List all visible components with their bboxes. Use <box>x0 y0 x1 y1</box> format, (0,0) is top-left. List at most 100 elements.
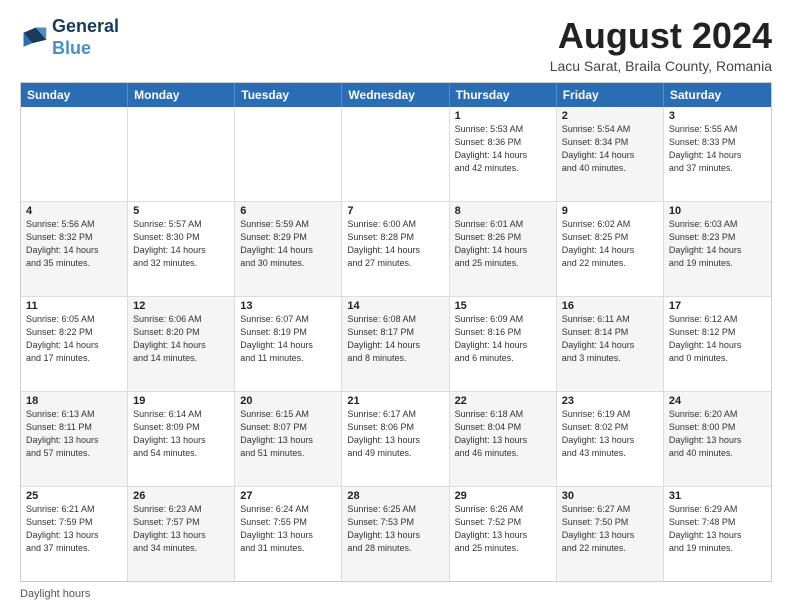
calendar-cell <box>342 107 449 201</box>
calendar-cell: 20Sunrise: 6:15 AM Sunset: 8:07 PM Dayli… <box>235 392 342 486</box>
calendar-cell: 24Sunrise: 6:20 AM Sunset: 8:00 PM Dayli… <box>664 392 771 486</box>
day-number: 4 <box>26 205 122 217</box>
calendar-cell: 13Sunrise: 6:07 AM Sunset: 8:19 PM Dayli… <box>235 297 342 391</box>
day-number: 15 <box>455 300 551 312</box>
calendar-cell: 17Sunrise: 6:12 AM Sunset: 8:12 PM Dayli… <box>664 297 771 391</box>
calendar-cell: 7Sunrise: 6:00 AM Sunset: 8:28 PM Daylig… <box>342 202 449 296</box>
day-number: 17 <box>669 300 766 312</box>
calendar-cell: 16Sunrise: 6:11 AM Sunset: 8:14 PM Dayli… <box>557 297 664 391</box>
cell-info: Sunrise: 6:02 AM Sunset: 8:25 PM Dayligh… <box>562 218 658 270</box>
day-number: 16 <box>562 300 658 312</box>
day-number: 2 <box>562 110 658 122</box>
calendar-header-cell: Wednesday <box>342 83 449 107</box>
day-number: 13 <box>240 300 336 312</box>
calendar-cell: 25Sunrise: 6:21 AM Sunset: 7:59 PM Dayli… <box>21 487 128 581</box>
calendar-cell: 3Sunrise: 5:55 AM Sunset: 8:33 PM Daylig… <box>664 107 771 201</box>
logo-text: General Blue <box>52 16 119 59</box>
day-number: 12 <box>133 300 229 312</box>
cell-info: Sunrise: 6:23 AM Sunset: 7:57 PM Dayligh… <box>133 503 229 555</box>
calendar-cell: 6Sunrise: 5:59 AM Sunset: 8:29 PM Daylig… <box>235 202 342 296</box>
day-number: 26 <box>133 490 229 502</box>
calendar-cell: 10Sunrise: 6:03 AM Sunset: 8:23 PM Dayli… <box>664 202 771 296</box>
day-number: 11 <box>26 300 122 312</box>
footer: Daylight hours <box>20 588 772 600</box>
day-number: 10 <box>669 205 766 217</box>
cell-info: Sunrise: 5:54 AM Sunset: 8:34 PM Dayligh… <box>562 123 658 175</box>
day-number: 20 <box>240 395 336 407</box>
calendar-row: 4Sunrise: 5:56 AM Sunset: 8:32 PM Daylig… <box>21 202 771 297</box>
cell-info: Sunrise: 6:14 AM Sunset: 8:09 PM Dayligh… <box>133 408 229 460</box>
calendar-header-cell: Friday <box>557 83 664 107</box>
day-number: 27 <box>240 490 336 502</box>
calendar-cell: 4Sunrise: 5:56 AM Sunset: 8:32 PM Daylig… <box>21 202 128 296</box>
day-number: 19 <box>133 395 229 407</box>
cell-info: Sunrise: 6:11 AM Sunset: 8:14 PM Dayligh… <box>562 313 658 365</box>
cell-info: Sunrise: 6:21 AM Sunset: 7:59 PM Dayligh… <box>26 503 122 555</box>
logo-icon <box>20 24 48 52</box>
day-number: 24 <box>669 395 766 407</box>
cell-info: Sunrise: 6:18 AM Sunset: 8:04 PM Dayligh… <box>455 408 551 460</box>
logo: General Blue <box>20 16 119 59</box>
calendar-cell <box>128 107 235 201</box>
cell-info: Sunrise: 6:12 AM Sunset: 8:12 PM Dayligh… <box>669 313 766 365</box>
calendar-cell: 8Sunrise: 6:01 AM Sunset: 8:26 PM Daylig… <box>450 202 557 296</box>
day-number: 29 <box>455 490 551 502</box>
calendar-header-cell: Monday <box>128 83 235 107</box>
header: General Blue August 2024 Lacu Sarat, Bra… <box>20 16 772 74</box>
cell-info: Sunrise: 6:09 AM Sunset: 8:16 PM Dayligh… <box>455 313 551 365</box>
day-number: 21 <box>347 395 443 407</box>
calendar-cell: 15Sunrise: 6:09 AM Sunset: 8:16 PM Dayli… <box>450 297 557 391</box>
calendar-row: 11Sunrise: 6:05 AM Sunset: 8:22 PM Dayli… <box>21 297 771 392</box>
cell-info: Sunrise: 6:06 AM Sunset: 8:20 PM Dayligh… <box>133 313 229 365</box>
cell-info: Sunrise: 6:19 AM Sunset: 8:02 PM Dayligh… <box>562 408 658 460</box>
calendar-row: 1Sunrise: 5:53 AM Sunset: 8:36 PM Daylig… <box>21 107 771 202</box>
day-number: 1 <box>455 110 551 122</box>
cell-info: Sunrise: 6:25 AM Sunset: 7:53 PM Dayligh… <box>347 503 443 555</box>
cell-info: Sunrise: 5:56 AM Sunset: 8:32 PM Dayligh… <box>26 218 122 270</box>
calendar-cell <box>21 107 128 201</box>
cell-info: Sunrise: 6:27 AM Sunset: 7:50 PM Dayligh… <box>562 503 658 555</box>
cell-info: Sunrise: 6:08 AM Sunset: 8:17 PM Dayligh… <box>347 313 443 365</box>
cell-info: Sunrise: 6:01 AM Sunset: 8:26 PM Dayligh… <box>455 218 551 270</box>
calendar-cell: 5Sunrise: 5:57 AM Sunset: 8:30 PM Daylig… <box>128 202 235 296</box>
calendar-cell: 12Sunrise: 6:06 AM Sunset: 8:20 PM Dayli… <box>128 297 235 391</box>
calendar-cell: 18Sunrise: 6:13 AM Sunset: 8:11 PM Dayli… <box>21 392 128 486</box>
calendar-cell: 30Sunrise: 6:27 AM Sunset: 7:50 PM Dayli… <box>557 487 664 581</box>
calendar-cell: 27Sunrise: 6:24 AM Sunset: 7:55 PM Dayli… <box>235 487 342 581</box>
day-number: 25 <box>26 490 122 502</box>
calendar-cell: 1Sunrise: 5:53 AM Sunset: 8:36 PM Daylig… <box>450 107 557 201</box>
day-number: 28 <box>347 490 443 502</box>
cell-info: Sunrise: 6:17 AM Sunset: 8:06 PM Dayligh… <box>347 408 443 460</box>
day-number: 8 <box>455 205 551 217</box>
calendar-cell: 29Sunrise: 6:26 AM Sunset: 7:52 PM Dayli… <box>450 487 557 581</box>
day-number: 9 <box>562 205 658 217</box>
cell-info: Sunrise: 6:24 AM Sunset: 7:55 PM Dayligh… <box>240 503 336 555</box>
cell-info: Sunrise: 6:29 AM Sunset: 7:48 PM Dayligh… <box>669 503 766 555</box>
calendar-row: 18Sunrise: 6:13 AM Sunset: 8:11 PM Dayli… <box>21 392 771 487</box>
calendar-cell: 9Sunrise: 6:02 AM Sunset: 8:25 PM Daylig… <box>557 202 664 296</box>
cell-info: Sunrise: 5:57 AM Sunset: 8:30 PM Dayligh… <box>133 218 229 270</box>
calendar-cell: 11Sunrise: 6:05 AM Sunset: 8:22 PM Dayli… <box>21 297 128 391</box>
footer-text: Daylight hours <box>20 588 90 600</box>
day-number: 18 <box>26 395 122 407</box>
calendar-cell: 14Sunrise: 6:08 AM Sunset: 8:17 PM Dayli… <box>342 297 449 391</box>
cell-info: Sunrise: 6:15 AM Sunset: 8:07 PM Dayligh… <box>240 408 336 460</box>
cell-info: Sunrise: 6:20 AM Sunset: 8:00 PM Dayligh… <box>669 408 766 460</box>
calendar-cell: 22Sunrise: 6:18 AM Sunset: 8:04 PM Dayli… <box>450 392 557 486</box>
subtitle: Lacu Sarat, Braila County, Romania <box>550 58 772 74</box>
page: General Blue August 2024 Lacu Sarat, Bra… <box>0 0 792 612</box>
calendar-cell: 31Sunrise: 6:29 AM Sunset: 7:48 PM Dayli… <box>664 487 771 581</box>
calendar-header-cell: Tuesday <box>235 83 342 107</box>
main-title: August 2024 <box>550 16 772 56</box>
day-number: 14 <box>347 300 443 312</box>
cell-info: Sunrise: 5:59 AM Sunset: 8:29 PM Dayligh… <box>240 218 336 270</box>
calendar-cell <box>235 107 342 201</box>
calendar-cell: 23Sunrise: 6:19 AM Sunset: 8:02 PM Dayli… <box>557 392 664 486</box>
calendar-header-cell: Saturday <box>664 83 771 107</box>
cell-info: Sunrise: 6:05 AM Sunset: 8:22 PM Dayligh… <box>26 313 122 365</box>
calendar: SundayMondayTuesdayWednesdayThursdayFrid… <box>20 82 772 582</box>
cell-info: Sunrise: 6:26 AM Sunset: 7:52 PM Dayligh… <box>455 503 551 555</box>
day-number: 30 <box>562 490 658 502</box>
calendar-body: 1Sunrise: 5:53 AM Sunset: 8:36 PM Daylig… <box>21 107 771 581</box>
day-number: 23 <box>562 395 658 407</box>
